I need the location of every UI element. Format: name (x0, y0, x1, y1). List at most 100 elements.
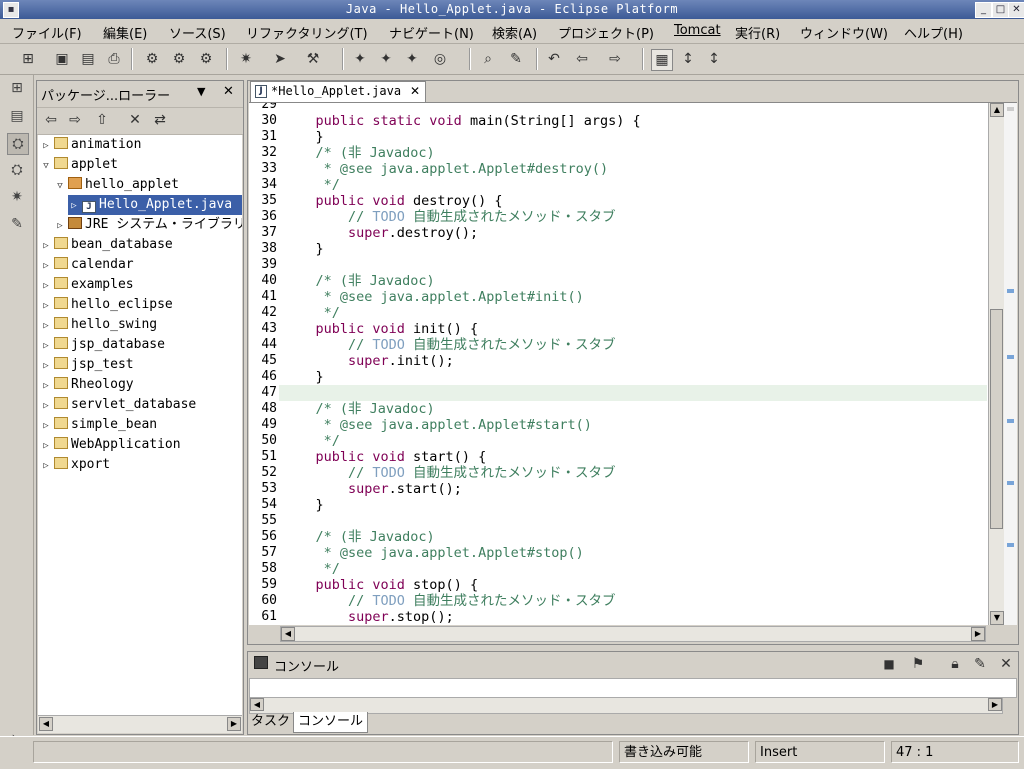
overview-marker[interactable] (1007, 543, 1014, 547)
scroll-left-icon[interactable]: ◀ (281, 627, 295, 641)
new-class-icon[interactable]: ✦ (402, 49, 422, 69)
up-icon[interactable]: ⇧ (92, 110, 112, 130)
code-line[interactable]: */ (283, 433, 340, 449)
tree-item[interactable]: ▷ calendar (40, 255, 134, 275)
show-source-icon[interactable]: ▦ (651, 49, 673, 71)
code-line[interactable]: public void destroy() { (283, 193, 503, 209)
code-line[interactable]: public void init() { (283, 321, 479, 337)
menu-search[interactable]: 検索(A) (492, 23, 537, 42)
browsing-perspective-icon[interactable]: ⛭ (7, 160, 27, 180)
tree-item[interactable]: ▷ WebApplication (40, 435, 181, 455)
tab-console[interactable]: コンソール (293, 712, 369, 733)
code-line[interactable]: /* (非 Javadoc) (283, 401, 435, 417)
expand-toggle-icon[interactable]: ▷ (40, 136, 52, 156)
code-line[interactable]: * @see java.applet.Applet#destroy() (283, 161, 608, 177)
minimize-button[interactable]: _ (975, 2, 992, 18)
menu-file[interactable]: ファイル(F) (12, 23, 82, 42)
editor-vscroll-thumb[interactable] (990, 309, 1003, 529)
code-line[interactable]: } (283, 369, 324, 385)
resource-perspective-icon[interactable]: ▤ (7, 106, 27, 126)
overview-ruler[interactable] (1004, 103, 1017, 625)
last-edit-icon[interactable]: ↶ (544, 49, 564, 69)
close-window-button[interactable]: ✕ (1008, 2, 1024, 18)
expand-toggle-icon[interactable]: ▷ (40, 276, 52, 296)
code-line[interactable]: */ (283, 305, 340, 321)
menu-source[interactable]: ソース(S) (169, 23, 226, 42)
code-line[interactable]: /* (非 Javadoc) (283, 273, 435, 289)
code-line[interactable]: super.init(); (283, 353, 454, 369)
edit-perspective-icon[interactable]: ✎ (7, 214, 27, 234)
expand-toggle-icon[interactable]: ▷ (68, 196, 80, 216)
expand-toggle-icon[interactable]: ▷ (54, 216, 66, 236)
save-icon[interactable]: ▣ (52, 49, 72, 69)
overview-marker[interactable] (1007, 419, 1014, 423)
expand-toggle-icon[interactable]: ▷ (40, 416, 52, 436)
code-line[interactable]: public static void main(String[] args) { (283, 113, 641, 129)
expand-toggle-icon[interactable]: ▷ (40, 396, 52, 416)
overview-marker[interactable] (1007, 289, 1014, 293)
menu-tomcat[interactable]: Tomcat (674, 23, 721, 38)
scroll-up-icon[interactable]: ▲ (990, 103, 1004, 117)
search-icon[interactable]: ⌕ (478, 49, 498, 69)
overview-marker[interactable] (1007, 481, 1014, 485)
mark-occurrences-icon[interactable]: ↕ (704, 49, 724, 69)
code-line[interactable]: * @see java.applet.Applet#stop() (283, 545, 584, 561)
close-console-icon[interactable]: ✕ (996, 654, 1016, 674)
expand-toggle-icon[interactable]: ▷ (40, 256, 52, 276)
code-line[interactable]: } (283, 241, 324, 257)
tree-item[interactable]: ▷ simple_bean (40, 415, 157, 435)
link-with-editor-icon[interactable]: ⇄ (150, 110, 170, 130)
forward-icon[interactable]: ⇨ (605, 49, 625, 69)
expand-toggle-icon[interactable]: ▷ (40, 336, 52, 356)
new-java-project-icon[interactable]: ✦ (350, 49, 370, 69)
new-wizard-icon[interactable]: ◎ (430, 49, 450, 69)
code-line[interactable]: } (283, 129, 324, 145)
code-line[interactable]: } (283, 497, 324, 513)
debug-icon[interactable]: ✷ (236, 49, 256, 69)
collapse-toggle-icon[interactable]: ▽ (54, 176, 66, 196)
code-area[interactable]: public static void main(String[] args) {… (279, 103, 987, 625)
code-line[interactable]: // TODO 自動生成されたメソッド・スタブ (283, 593, 616, 609)
tab-tasks[interactable]: タスク (247, 712, 294, 732)
back-icon[interactable]: ⇦ (41, 110, 61, 130)
expand-toggle-icon[interactable]: ▷ (40, 376, 52, 396)
back-icon[interactable]: ⇦ (572, 49, 592, 69)
tree-item[interactable]: ▷ hello_eclipse (40, 295, 173, 315)
code-line[interactable]: * @see java.applet.Applet#start() (283, 417, 592, 433)
open-type-icon[interactable]: ⚙ (142, 49, 162, 69)
collapse-toggle-icon[interactable]: ▽ (40, 156, 52, 176)
code-line[interactable]: super.stop(); (283, 609, 454, 625)
scroll-down-icon[interactable]: ▼ (990, 611, 1004, 625)
code-line[interactable]: */ (283, 561, 340, 577)
view-menu-icon[interactable]: ▼ (197, 85, 205, 98)
tree-item[interactable]: ▽ applet (40, 155, 118, 175)
open-perspective-icon[interactable]: ⊞ (7, 78, 27, 98)
terminate-icon[interactable]: ■ (879, 654, 899, 674)
code-line[interactable]: * @see java.applet.Applet#init() (283, 289, 584, 305)
open-class-icon[interactable]: ⚙ (169, 49, 189, 69)
expand-toggle-icon[interactable]: ▷ (40, 316, 52, 336)
editor-vscrollbar[interactable]: ▲ ▼ (988, 103, 1005, 625)
tree-item[interactable]: ▷ animation (40, 135, 141, 155)
debug-perspective-icon[interactable]: ✷ (7, 187, 27, 207)
expand-toggle-icon[interactable]: ▷ (40, 236, 52, 256)
scroll-lock-icon[interactable]: 🔒︎ (945, 654, 965, 674)
close-tab-icon[interactable]: ✕ (410, 84, 420, 98)
clear-console-icon[interactable]: ✎ (970, 654, 990, 674)
menu-project[interactable]: プロジェクト(P) (558, 23, 654, 42)
maximize-button[interactable]: □ (992, 2, 1009, 18)
new-package-icon[interactable]: ✦ (376, 49, 396, 69)
menu-refactor[interactable]: リファクタリング(T) (246, 23, 368, 42)
scroll-right-icon[interactable]: ▶ (971, 627, 985, 641)
tree-item[interactable]: ▷ jsp_test (40, 355, 134, 375)
code-line[interactable]: // TODO 自動生成されたメソッド・スタブ (283, 465, 616, 481)
code-line[interactable]: // TODO 自動生成されたメソッド・スタブ (283, 209, 616, 225)
close-view-icon[interactable]: ✕ (223, 84, 234, 99)
code-line[interactable]: public void stop() { (283, 577, 479, 593)
tree-item[interactable]: ▷ J Hello_Applet.java (68, 195, 242, 215)
edit-icon[interactable]: ✎ (506, 49, 526, 69)
tree-item[interactable]: ▷ bean_database (40, 235, 173, 255)
editor-tab[interactable]: J *Hello_Applet.java ✕ (250, 81, 426, 103)
tree-item[interactable]: ▷ examples (40, 275, 134, 295)
open-package-icon[interactable]: ⚙ (196, 49, 216, 69)
